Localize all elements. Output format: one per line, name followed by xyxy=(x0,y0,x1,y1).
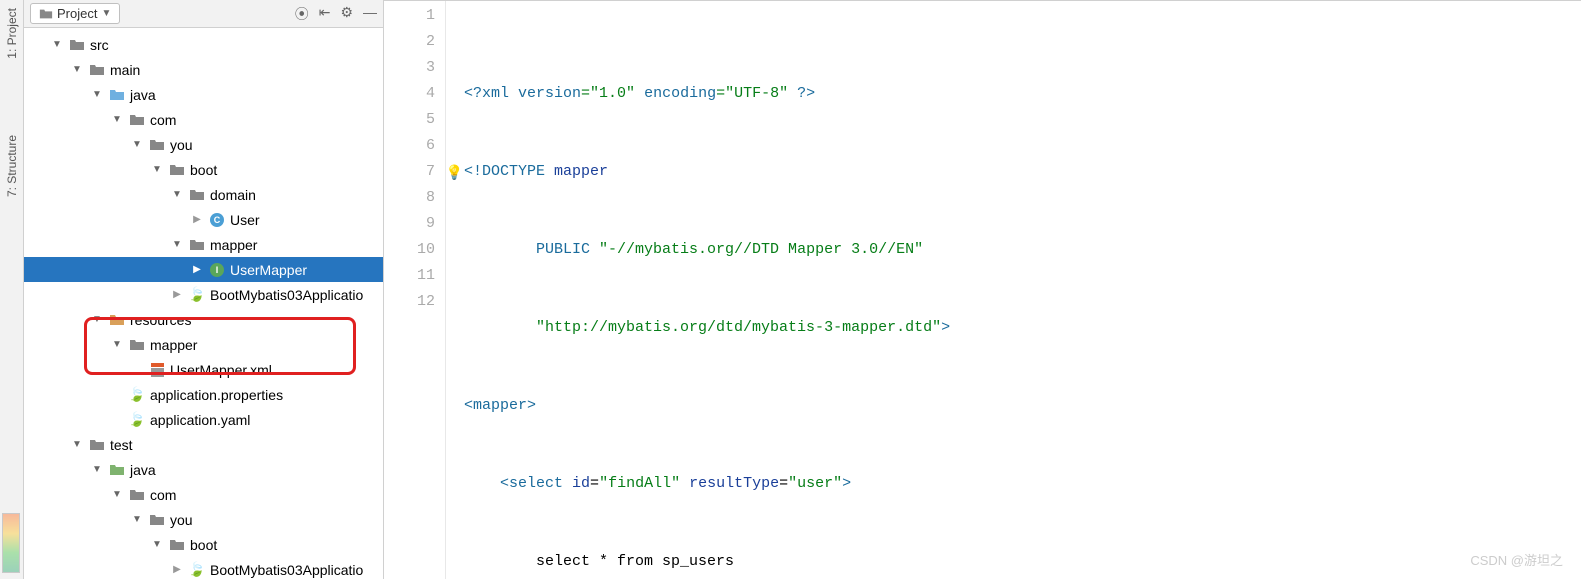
tree-node-user-class[interactable]: ▶C User xyxy=(24,207,383,232)
class-icon: C xyxy=(210,213,224,227)
line-number: 10 xyxy=(384,237,435,263)
line-number: 3 xyxy=(384,55,435,81)
collapse-icon[interactable]: ⇤ xyxy=(319,4,331,24)
line-number: 2 xyxy=(384,29,435,55)
line-number: 7 xyxy=(384,159,435,185)
spring-icon: 🍃 xyxy=(188,561,205,578)
gear-icon[interactable]: ⚙ xyxy=(340,4,353,24)
line-number: 5 xyxy=(384,107,435,133)
code-editor[interactable]: 💡 123456789101112 <?xml version="1.0" en… xyxy=(384,1,1581,579)
editor-area: 🍃application.yaml×IUserMapper.java×🍃Boot… xyxy=(384,0,1581,579)
line-number: 1 xyxy=(384,3,435,29)
line-number: 8 xyxy=(384,185,435,211)
line-number: 11 xyxy=(384,263,435,289)
hide-icon[interactable]: — xyxy=(363,4,377,24)
line-number: 9 xyxy=(384,211,435,237)
tree-node-boot[interactable]: ▼ boot xyxy=(24,157,383,182)
tree-node-test-you[interactable]: ▼ you xyxy=(24,507,383,532)
tree-node-test-com[interactable]: ▼ com xyxy=(24,482,383,507)
tree-node-test-boot[interactable]: ▼ boot xyxy=(24,532,383,557)
spring-icon: 🍃 xyxy=(128,386,145,403)
code-content[interactable]: <?xml version="1.0" encoding="UTF-8" ?> … xyxy=(446,1,1581,579)
project-tree[interactable]: ▼ src ▼ main ▼ java ▼ com ▼ you ▼ xyxy=(24,28,383,579)
tree-node-bootapp[interactable]: ▶🍃 BootMybatis03Applicatio xyxy=(24,282,383,307)
tree-node-test-bootapp[interactable]: ▶🍃 BootMybatis03Applicatio xyxy=(24,557,383,579)
project-panel: Project ▼ ⦿ ⇤ ⚙ — ▼ src ▼ main ▼ jav xyxy=(24,0,384,579)
tree-node-test[interactable]: ▼ test xyxy=(24,432,383,457)
tree-node-java[interactable]: ▼ java xyxy=(24,82,383,107)
line-number: 6 xyxy=(384,133,435,159)
line-number: 4 xyxy=(384,81,435,107)
line-number: 12 xyxy=(384,289,435,315)
tree-node-usermapper-iface[interactable]: ▶I UserMapper xyxy=(24,257,383,282)
locate-icon[interactable]: ⦿ xyxy=(295,4,309,24)
rail-tab-structure[interactable]: 7: Structure xyxy=(3,129,21,203)
tree-node-mapper-pkg[interactable]: ▼ mapper xyxy=(24,232,383,257)
xml-file-icon xyxy=(151,363,164,377)
spring-icon: 🍃 xyxy=(188,286,205,303)
tree-node-app-yaml[interactable]: 🍃 application.yaml xyxy=(24,407,383,432)
panel-title: Project xyxy=(57,6,97,21)
tree-node-you[interactable]: ▼ you xyxy=(24,132,383,157)
expand-arrow-icon[interactable]: ▼ xyxy=(50,39,64,50)
project-view-selector[interactable]: Project ▼ xyxy=(30,3,120,24)
project-panel-header: Project ▼ ⦿ ⇤ ⚙ — xyxy=(24,0,383,28)
spring-icon: 🍃 xyxy=(128,411,145,428)
tree-node-src[interactable]: ▼ src xyxy=(24,32,383,57)
tool-window-rail: 1: Project 7: Structure xyxy=(0,0,24,579)
memory-meter xyxy=(2,513,20,573)
folder-icon xyxy=(39,7,53,21)
tree-node-mapper-dir[interactable]: ▼ mapper xyxy=(24,332,383,357)
tree-node-domain[interactable]: ▼ domain xyxy=(24,182,383,207)
tree-node-main[interactable]: ▼ main xyxy=(24,57,383,82)
interface-icon: I xyxy=(210,263,224,277)
tree-node-usermapper-xml[interactable]: UserMapper.xml xyxy=(24,357,383,382)
chevron-down-icon: ▼ xyxy=(101,8,111,19)
tree-node-resources[interactable]: ▼ resources xyxy=(24,307,383,332)
rail-tab-project[interactable]: 1: Project xyxy=(3,2,21,65)
tree-node-app-props[interactable]: 🍃 application.properties xyxy=(24,382,383,407)
tree-node-com[interactable]: ▼ com xyxy=(24,107,383,132)
tree-node-test-java[interactable]: ▼ java xyxy=(24,457,383,482)
line-gutter: 💡 123456789101112 xyxy=(384,1,446,579)
